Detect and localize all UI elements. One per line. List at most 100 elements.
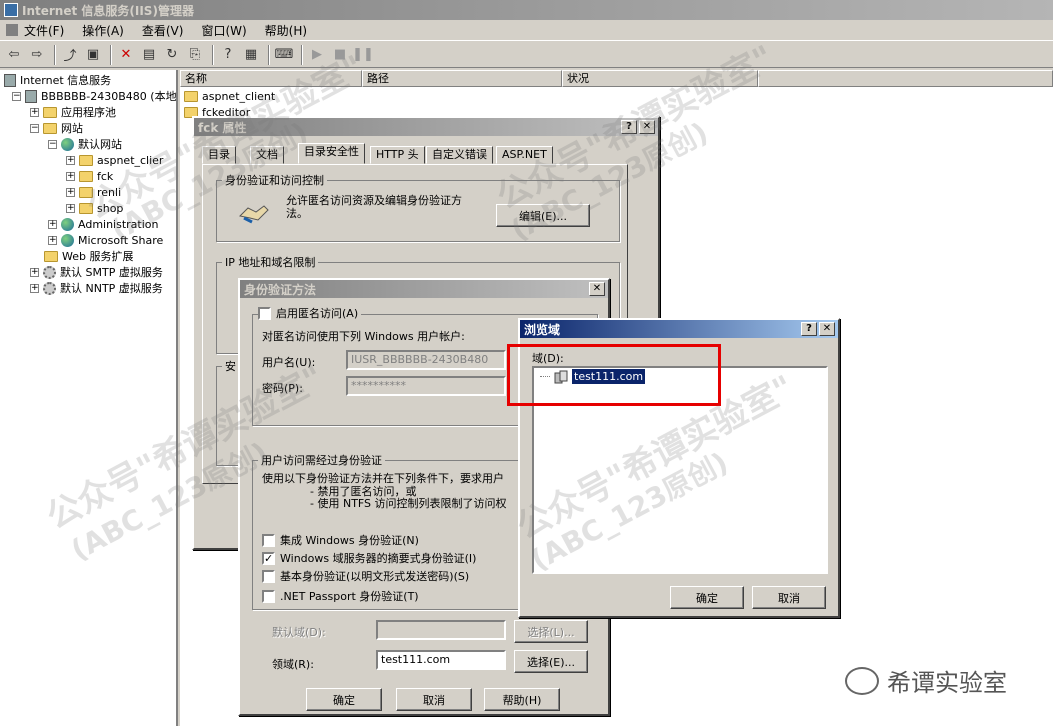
column-path[interactable]: 路径	[362, 70, 562, 87]
collapse-icon[interactable]: −	[12, 91, 21, 101]
tab-aspnet[interactable]: ASP.NET	[496, 146, 553, 164]
tree-default-site[interactable]: − 默认网站	[48, 136, 122, 152]
folder-icon	[44, 250, 58, 262]
username-label: 用户名(U):	[262, 356, 316, 369]
menu-action[interactable]: 操作(A)	[82, 22, 124, 39]
tree-renli[interactable]: + renli	[66, 184, 121, 200]
browse-cancel-button[interactable]: 取消	[752, 586, 826, 609]
tab-http-headers[interactable]: HTTP 头	[370, 146, 425, 164]
tab-directory[interactable]: 目录	[202, 146, 236, 164]
password-label: 密码(P):	[262, 382, 303, 395]
expand-icon[interactable]: +	[30, 267, 39, 277]
help-icon[interactable]: ?	[218, 45, 238, 65]
expand-icon[interactable]: +	[66, 187, 75, 197]
collapse-icon[interactable]: −	[30, 123, 39, 133]
tab-directory-security[interactable]: 目录安全性	[298, 143, 365, 164]
tree-aspnet[interactable]: + aspnet_clier	[66, 152, 163, 168]
default-domain-field[interactable]	[376, 620, 506, 640]
expand-icon[interactable]: +	[66, 203, 75, 213]
auth-required-label: 用户访问需经过身份验证	[258, 452, 385, 468]
menu-view[interactable]: 查看(V)	[142, 22, 184, 39]
edit-button[interactable]: 编辑(E)...	[496, 204, 590, 227]
tree-web-extensions[interactable]: Web 服务扩展	[44, 248, 133, 264]
expand-icon[interactable]: +	[48, 235, 57, 245]
tree-root[interactable]: Internet 信息服务	[4, 72, 111, 88]
toolbar: ⇦ ⇨ ⤴ ▣ ✕ ▤ ↻ ⎘ ? ▦ ⌨ ▶ ■ ❚❚	[0, 42, 1053, 68]
close-icon[interactable]: ✕	[589, 282, 605, 296]
properties-dialog-titlebar: fck 属性 ? ✕	[194, 118, 658, 136]
menu-file[interactable]: 文件(F)	[6, 22, 64, 39]
computer-icon[interactable]: ⌨	[274, 45, 294, 65]
tree-administration[interactable]: + Administration	[48, 216, 159, 232]
list-item[interactable]: aspnet_client	[184, 88, 275, 104]
checkbox-unchecked	[262, 569, 275, 583]
folder-icon	[184, 90, 198, 102]
username-field[interactable]: IUSR_BBBBBB-2430B480	[346, 350, 506, 370]
help-icon[interactable]: ?	[801, 322, 817, 336]
globe-icon	[61, 233, 74, 247]
browse-dialog-title: 浏览域	[524, 322, 561, 337]
close-icon[interactable]: ✕	[639, 120, 655, 134]
folder-icon	[43, 122, 57, 134]
select-realm-button[interactable]: 选择(E)...	[514, 650, 588, 673]
browse-ok-button[interactable]: 确定	[670, 586, 744, 609]
ok-button[interactable]: 确定	[306, 688, 382, 711]
expand-icon[interactable]: +	[66, 155, 75, 165]
smtp-icon	[43, 265, 56, 279]
integrated-windows-checkbox[interactable]: 集成 Windows 身份验证(N)	[262, 532, 419, 548]
digest-auth-checkbox[interactable]: ✓ Windows 域服务器的摘要式身份验证(I)	[262, 550, 476, 566]
forward-icon[interactable]: ⇨	[27, 45, 47, 65]
toolbar-separator	[110, 44, 112, 65]
realm-field[interactable]: test111.com	[376, 650, 506, 670]
tree-nntp[interactable]: + 默认 NNTP 虚拟服务	[30, 280, 163, 296]
console-icon[interactable]: ▦	[241, 45, 261, 65]
delete-icon[interactable]: ✕	[116, 45, 136, 65]
tree-fck[interactable]: + fck	[66, 168, 113, 184]
default-domain-label: 默认域(D):	[272, 626, 326, 639]
close-icon[interactable]: ✕	[819, 322, 835, 336]
expand-icon[interactable]: +	[30, 283, 39, 293]
tree-sites[interactable]: − 网站	[30, 120, 83, 136]
tree-app-pools[interactable]: + 应用程序池	[30, 104, 116, 120]
expand-icon[interactable]: +	[66, 171, 75, 181]
show-tree-icon[interactable]: ▣	[83, 45, 103, 65]
expand-icon[interactable]: +	[48, 219, 57, 229]
list-header: 名称 路径 状况	[180, 70, 1053, 87]
brand-name: 希谭实验室	[887, 669, 1007, 697]
back-icon[interactable]: ⇦	[4, 45, 24, 65]
refresh-icon[interactable]: ↻	[162, 45, 182, 65]
column-status[interactable]: 状况	[562, 70, 758, 87]
tree-smtp[interactable]: + 默认 SMTP 虚拟服务	[30, 264, 163, 280]
tree-pane: Internet 信息服务 − BBBBBB-2430B480 (本地计 + 应用程…	[0, 70, 178, 726]
tree-sharepoint[interactable]: + Microsoft Share	[48, 232, 163, 248]
globe-icon	[61, 137, 74, 151]
password-field[interactable]: **********	[346, 376, 506, 396]
handshake-icon	[238, 198, 270, 224]
select-default-domain-button[interactable]: 选择(L)...	[514, 620, 588, 643]
auth-group-label: 身份验证和访问控制	[222, 172, 327, 188]
pause-icon[interactable]: ❚❚	[352, 45, 374, 65]
window-titlebar: Internet 信息服务(IIS)管理器	[0, 0, 1053, 20]
anon-checkbox[interactable]: 启用匿名访问(A)	[258, 305, 362, 321]
column-name[interactable]: 名称	[180, 70, 362, 87]
tab-custom-errors[interactable]: 自定义错误	[426, 146, 493, 164]
properties-icon[interactable]: ▤	[139, 45, 159, 65]
checkmark-icon: ✓	[262, 551, 275, 565]
play-icon[interactable]: ▶	[307, 45, 327, 65]
menu-help[interactable]: 帮助(H)	[265, 22, 307, 39]
export-icon[interactable]: ⎘	[185, 45, 205, 65]
stop-icon[interactable]: ■	[330, 45, 350, 65]
basic-auth-checkbox[interactable]: 基本身份验证(以明文形式发送密码)(S)	[262, 568, 469, 584]
tree-shop[interactable]: + shop	[66, 200, 123, 216]
collapse-icon[interactable]: −	[48, 139, 57, 149]
help-icon[interactable]: ?	[621, 120, 637, 134]
up-icon[interactable]: ⤴	[60, 45, 80, 65]
passport-auth-checkbox[interactable]: .NET Passport 身份验证(T)	[262, 588, 419, 604]
cancel-button[interactable]: 取消	[396, 688, 472, 711]
menu-window[interactable]: 窗口(W)	[201, 22, 246, 39]
expand-icon[interactable]: +	[30, 107, 39, 117]
tab-documents[interactable]: 文档	[250, 146, 284, 164]
anon-description: 对匿名访问使用下列 Windows 用户帐户:	[262, 330, 465, 343]
help-button[interactable]: 帮助(H)	[484, 688, 560, 711]
tree-server[interactable]: − BBBBBB-2430B480 (本地计	[12, 88, 176, 104]
